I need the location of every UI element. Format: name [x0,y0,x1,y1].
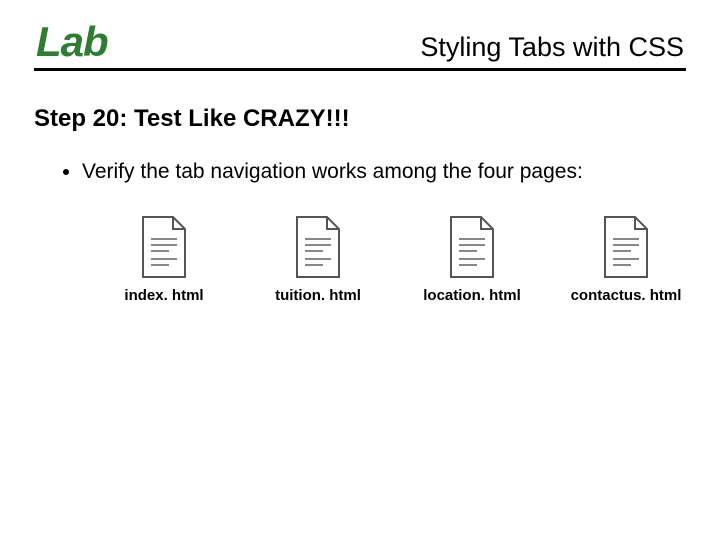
file-label: index. html [124,287,203,304]
lab-label: Lab [36,18,108,66]
document-icon [447,215,497,279]
document-icon [293,215,343,279]
header-row: Lab Styling Tabs with CSS [34,18,686,71]
file-label: location. html [423,287,521,304]
file-item: contactus. html [566,215,686,304]
file-item: location. html [412,215,532,304]
file-item: index. html [104,215,224,304]
slide: Lab Styling Tabs with CSS Step 20: Test … [0,0,720,304]
document-icon [601,215,651,279]
step-heading: Step 20: Test Like CRAZY!!! [34,105,686,133]
bullet-item: Verify the tab navigation works among th… [82,159,602,185]
document-icon [139,215,189,279]
file-row: index. html tuition. html [104,215,686,304]
file-item: tuition. html [258,215,378,304]
file-label: contactus. html [571,287,682,304]
file-label: tuition. html [275,287,361,304]
bullet-list: Verify the tab navigation works among th… [34,159,686,185]
page-title: Styling Tabs with CSS [420,32,684,63]
